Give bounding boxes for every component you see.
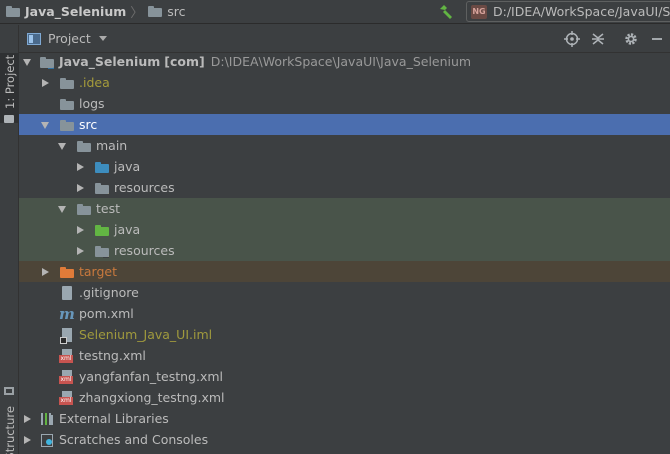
breadcrumb-project[interactable]: Java_Selenium — [25, 4, 126, 19]
resources-folder-icon — [94, 180, 110, 196]
breadcrumb-separator: 〉 — [130, 6, 144, 21]
chevron-right-icon[interactable] — [74, 223, 88, 237]
test-java-label: java — [114, 222, 141, 237]
tree-row-scratches[interactable]: Scratches and Consoles — [19, 429, 670, 450]
pom-label: pom.xml — [79, 306, 134, 321]
test-folder-label: test — [96, 201, 121, 216]
root-path: D:\IDEA\WorkSpace\JavaUI\Java_Selenium — [210, 54, 472, 69]
tree-row-external-libraries[interactable]: External Libraries — [19, 408, 670, 429]
tree-row-test-resources[interactable]: resources — [19, 240, 670, 261]
folder-icon — [76, 201, 92, 217]
test-resources-folder-icon — [94, 243, 110, 259]
tree-row-iml[interactable]: Selenium_Java_UI.iml — [19, 324, 670, 345]
project-tool-folder-icon — [4, 115, 14, 123]
main-resources-label: resources — [114, 180, 175, 195]
panel-title: Project — [48, 31, 91, 46]
chevron-down-icon — [98, 36, 107, 41]
logs-folder-label: logs — [79, 96, 105, 111]
test-root-folder-icon — [94, 222, 110, 238]
project-view-selector[interactable]: Project — [27, 31, 107, 46]
tree-row-main-resources[interactable]: resources — [19, 177, 670, 198]
run-configuration-path: D:/IDEA/WorkSpace/JavaUI/Se — [493, 4, 670, 19]
run-configuration-selector[interactable]: NG D:/IDEA/WorkSpace/JavaUI/Se — [466, 1, 670, 22]
tree-row-test[interactable]: test — [19, 198, 670, 219]
chevron-down-icon[interactable] — [21, 55, 35, 69]
locate-icon[interactable] — [564, 31, 580, 47]
navigation-bar: Java_Selenium 〉 src NG D:/IDEA/WorkSpace… — [0, 0, 670, 24]
chevron-right-icon[interactable] — [39, 76, 53, 90]
structure-tool-icon — [4, 387, 14, 395]
left-tool-strip: 1: Project Z: Structure — [0, 25, 19, 454]
main-java-label: java — [114, 159, 141, 174]
tree-row-main[interactable]: main — [19, 135, 670, 156]
tree-row-root[interactable]: Java_Selenium [com] D:\IDEA\WorkSpace\Ja… — [19, 51, 670, 72]
project-tool-tab-label[interactable]: 1: Project — [3, 55, 17, 109]
project-panel-header: Project — [19, 25, 670, 53]
settings-icon[interactable] — [623, 31, 639, 47]
main-folder-label: main — [96, 138, 128, 153]
xml-file-icon — [59, 369, 75, 385]
chevron-right-icon[interactable] — [74, 160, 88, 174]
tree-row-gitignore[interactable]: .gitignore — [19, 282, 670, 303]
source-root-folder-icon — [94, 159, 110, 175]
chevron-right-icon[interactable] — [39, 265, 53, 279]
hide-icon[interactable] — [649, 31, 665, 47]
chevron-right-icon[interactable] — [74, 244, 88, 258]
root-name: Java_Selenium — [59, 54, 161, 69]
module-folder-icon — [39, 54, 55, 70]
tree-row-main-java[interactable]: java — [19, 156, 670, 177]
maven-icon: m — [59, 304, 75, 323]
tree-row-zhang-testng[interactable]: zhangxiong_testng.xml — [19, 387, 670, 408]
build-hammer-icon[interactable] — [438, 4, 454, 20]
text-file-icon — [59, 285, 75, 301]
test-resources-label: resources — [114, 243, 175, 258]
collapse-all-icon[interactable] — [590, 31, 606, 47]
xml-file-icon — [59, 348, 75, 364]
idea-folder-label: .idea — [79, 75, 110, 90]
project-view-icon — [27, 32, 41, 45]
structure-tool-tab-label[interactable]: Z: Structure — [3, 406, 17, 454]
src-folder-icon — [148, 6, 163, 17]
chevron-down-icon[interactable] — [56, 139, 70, 153]
chevron-down-icon[interactable] — [39, 118, 53, 132]
xml-file-icon — [59, 390, 75, 406]
tree-row-idea[interactable]: .idea — [19, 72, 670, 93]
tree-row-test-java[interactable]: java — [19, 219, 670, 240]
zhang-testng-label: zhangxiong_testng.xml — [79, 390, 225, 405]
folder-icon — [59, 96, 75, 112]
yang-testng-label: yangfanfan_testng.xml — [79, 369, 224, 384]
chevron-right-icon[interactable] — [21, 412, 35, 426]
folder-icon — [59, 75, 75, 91]
folder-icon — [76, 138, 92, 154]
scratches-label: Scratches and Consoles — [59, 432, 209, 447]
tree-row-src[interactable]: src — [19, 114, 670, 135]
project-folder-icon — [6, 6, 20, 17]
external-libraries-label: External Libraries — [59, 411, 169, 426]
iml-label: Selenium_Java_UI.iml — [79, 327, 213, 342]
tree-row-target[interactable]: target — [19, 261, 670, 282]
src-folder-label: src — [79, 117, 98, 132]
chevron-down-icon[interactable] — [56, 202, 70, 216]
chevron-right-icon[interactable] — [21, 433, 35, 447]
target-folder-label: target — [79, 264, 118, 279]
tree-row-logs[interactable]: logs — [19, 93, 670, 114]
chevron-right-icon[interactable] — [74, 181, 88, 195]
folder-icon — [59, 117, 75, 133]
library-icon — [39, 411, 55, 427]
tree-row-yang-testng[interactable]: yangfanfan_testng.xml — [19, 366, 670, 387]
module-file-icon — [59, 327, 75, 344]
testng-label: testng.xml — [79, 348, 146, 363]
tree-row-pom[interactable]: m pom.xml — [19, 303, 670, 324]
breadcrumb: Java_Selenium 〉 src — [0, 0, 186, 24]
breadcrumb-src[interactable]: src — [167, 4, 185, 19]
tree-row-testng[interactable]: testng.xml — [19, 345, 670, 366]
root-module: [com] — [164, 54, 205, 69]
scratches-icon — [39, 432, 55, 448]
testng-config-icon: NG — [471, 4, 487, 19]
excluded-folder-icon — [59, 264, 75, 280]
gitignore-label: .gitignore — [79, 285, 139, 300]
